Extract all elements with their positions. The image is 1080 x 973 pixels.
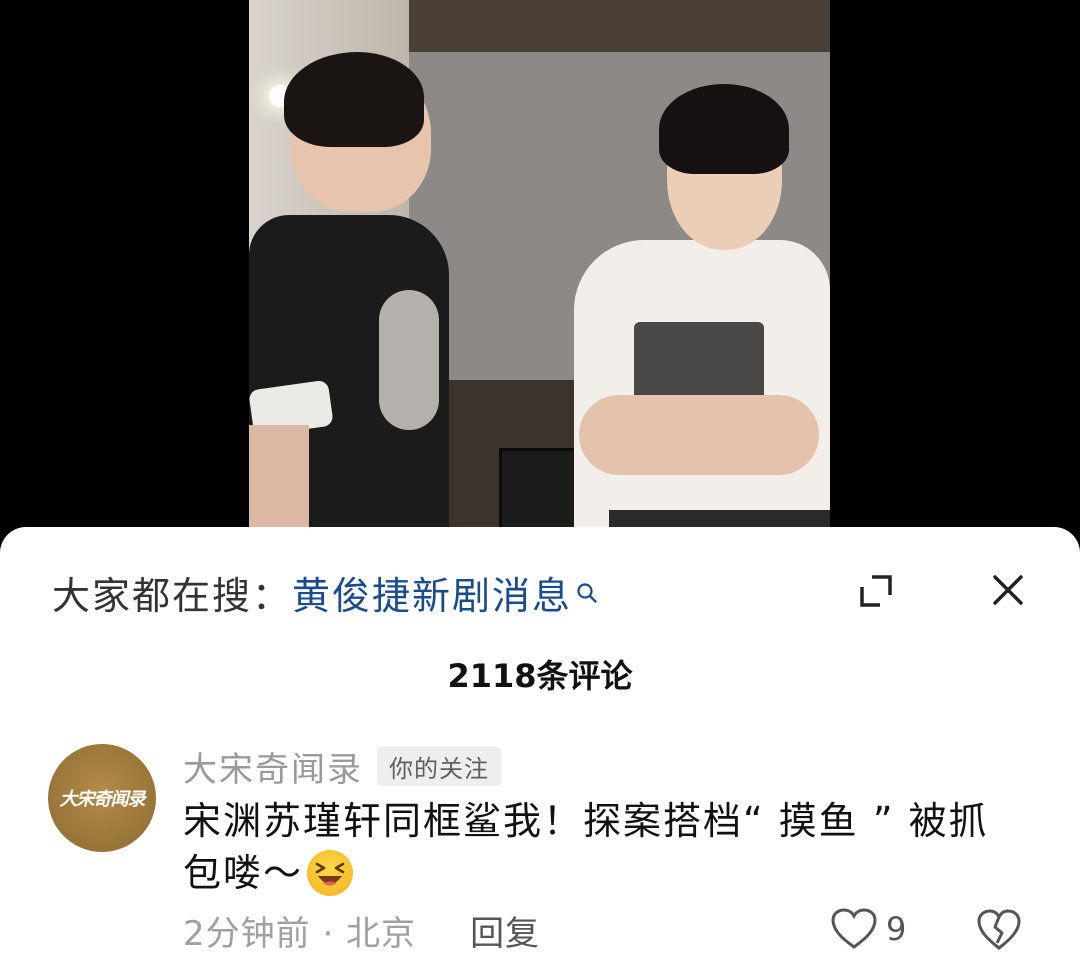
comment-sheet: 大家都在搜： 黄俊捷新剧消息 2118条评论 大宋奇闻录 大宋奇闻录 你的关注 …: [0, 527, 1080, 973]
reply-button[interactable]: 回复: [470, 906, 540, 955]
comment-count-title: 2118条评论: [447, 657, 633, 695]
comment-text: 宋渊苏瑾轩同框鲨我！探案搭档“ 摸鱼 ” 被抓包喽～: [183, 799, 989, 895]
comment-meta: 2分钟前 · 北京 回复: [183, 905, 540, 955]
person-right-crossed-arms: [579, 395, 819, 475]
avatar[interactable]: 大宋奇闻录: [48, 744, 156, 852]
like-button[interactable]: 9: [830, 907, 906, 951]
follow-badge: 你的关注: [377, 746, 501, 786]
broken-heart-icon[interactable]: [976, 909, 1022, 951]
like-count: 9: [886, 910, 907, 948]
trending-search-bar[interactable]: 大家都在搜： 黄俊捷新剧消息: [52, 565, 598, 620]
laughing-squint-emoji-icon: [307, 850, 354, 896]
trending-search-term[interactable]: 黄俊捷新剧消息: [292, 565, 572, 620]
comment-author-name[interactable]: 大宋奇闻录: [183, 742, 363, 791]
person-left-shirt-print: [379, 290, 439, 430]
comment-author-row: 大宋奇闻录 你的关注: [183, 742, 501, 791]
comment-body[interactable]: 宋渊苏瑾轩同框鲨我！探案搭档“ 摸鱼 ” 被抓包喽～: [183, 795, 1023, 899]
person-right-hair: [659, 84, 789, 174]
comment-time-location: 2分钟前 · 北京: [183, 913, 417, 954]
expand-icon[interactable]: [858, 573, 894, 609]
video-player[interactable]: [249, 0, 830, 560]
search-icon: [576, 569, 598, 603]
heart-outline-icon: [831, 908, 877, 949]
person-left-hair: [284, 52, 424, 147]
avatar-logo-text: 大宋奇闻录: [59, 789, 146, 810]
trending-search-prefix: 大家都在搜：: [52, 573, 293, 618]
close-icon[interactable]: [990, 572, 1026, 608]
